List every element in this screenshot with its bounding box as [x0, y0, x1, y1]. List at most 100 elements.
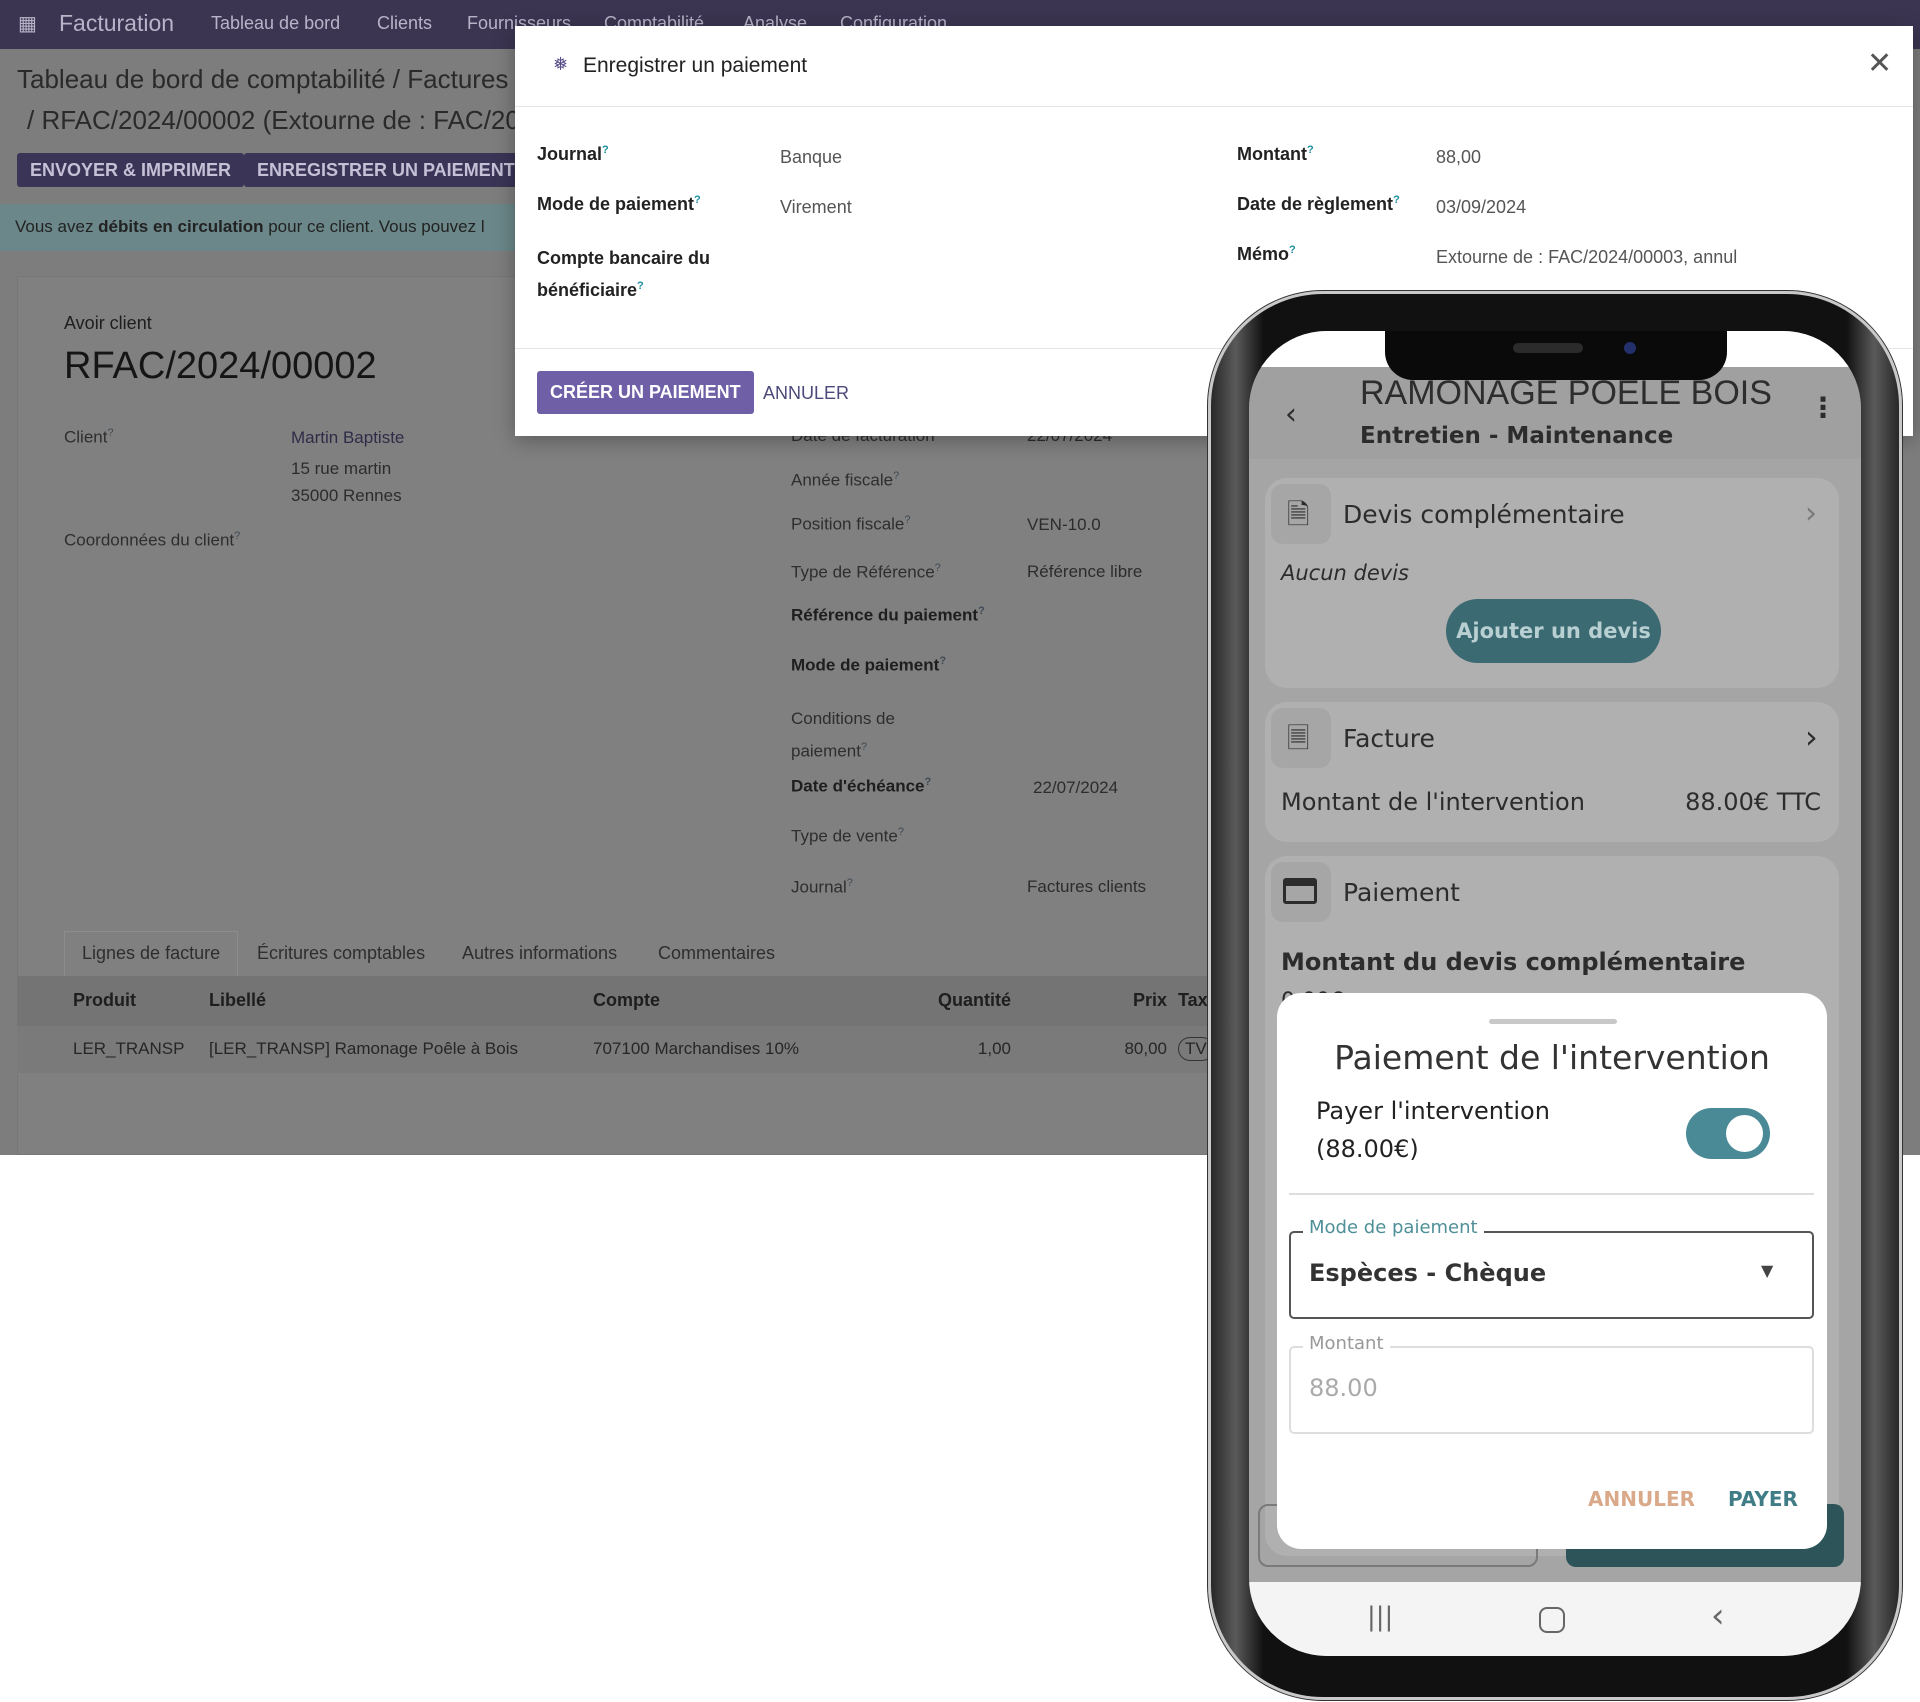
alert-banner: Vous avez débits en circulation pour ce …: [0, 204, 520, 251]
invoice-card: 🗏 Facture › Montant de l'intervention 88…: [1265, 702, 1839, 842]
payment-mode-select[interactable]: Espèces - Chèque ▼: [1289, 1231, 1814, 1319]
payment-method-value[interactable]: Virement: [780, 197, 852, 218]
no-quote-text: Aucun devis: [1281, 561, 1409, 585]
pay-toggle[interactable]: [1686, 1108, 1770, 1159]
back-chevron-icon[interactable]: ‹: [1285, 397, 1297, 432]
close-icon[interactable]: ✕: [1867, 46, 1892, 81]
amount-input[interactable]: 88.00: [1289, 1346, 1814, 1434]
quote-card: 🗎 Devis complémentaire › Aucun devis Ajo…: [1265, 478, 1839, 688]
tab-comments[interactable]: Commentaires: [658, 943, 775, 964]
more-options-icon[interactable]: ⋮: [1809, 391, 1837, 424]
client-city: 35000 Rennes: [291, 486, 402, 505]
menu-dashboard[interactable]: Tableau de bord: [211, 13, 340, 34]
header-divider: [515, 106, 1913, 107]
cancel-button[interactable]: ANNULER: [763, 383, 849, 404]
android-nav-bar: ||| ‹: [1249, 1582, 1861, 1656]
create-payment-button[interactable]: CRÉER UN PAIEMENT: [537, 371, 754, 414]
invoice-dollar-icon: 🗎: [1271, 484, 1331, 544]
field-fiscal-position: Position fiscale?: [791, 514, 911, 534]
col-account[interactable]: Compte: [593, 990, 660, 1011]
pay-intervention-label: Payer l'intervention: [1316, 1097, 1550, 1125]
pay-intervention-amount: (88.00€): [1316, 1135, 1419, 1163]
sheet-cancel-button[interactable]: ANNULER: [1588, 1487, 1695, 1511]
intervention-amount-label: Montant de l'intervention: [1281, 788, 1585, 816]
dialog-title: Enregistrer un paiement: [583, 54, 808, 77]
sheet-title: Paiement de l'intervention: [1334, 1038, 1770, 1077]
journal-value[interactable]: Factures clients: [1027, 877, 1146, 897]
receipt-icon: 🗏: [1271, 708, 1331, 768]
app-name[interactable]: Facturation: [59, 10, 174, 37]
memo-value[interactable]: Extourne de : FAC/2024/00003, annul: [1436, 247, 1737, 268]
field-payment-mode: Mode de paiement?: [791, 655, 947, 675]
payment-card-title: Paiement: [1343, 878, 1460, 907]
row-quantity: 1,00: [977, 1039, 1011, 1058]
menu-clients[interactable]: Clients: [377, 13, 432, 34]
amount-value[interactable]: 88,00: [1436, 147, 1481, 168]
row-price: 80,00: [1124, 1039, 1167, 1058]
amount-label: Montant: [1303, 1333, 1390, 1354]
col-quantity[interactable]: Quantité: [911, 990, 1011, 1011]
invoice-type: Avoir client: [64, 313, 152, 333]
send-print-button[interactable]: ENVOYER & IMPRIMER: [17, 153, 245, 187]
client-name-link[interactable]: Martin Baptiste: [291, 428, 404, 448]
invoice-card-title: Facture: [1343, 724, 1435, 753]
amount-placeholder: 88.00: [1309, 1374, 1378, 1402]
recent-apps-icon[interactable]: |||: [1367, 1602, 1393, 1632]
payment-mode-label: Mode de paiement: [1303, 1217, 1484, 1238]
recipient-bank-label: Compte bancaire du bénéficiaire?: [537, 248, 711, 300]
dropdown-arrow-icon[interactable]: ▼: [1761, 1261, 1773, 1280]
breadcrumb-line2: / RFAC/2024/00002 (Extourne de : FAC/202…: [27, 105, 549, 135]
tab-other-info[interactable]: Autres informations: [462, 943, 617, 964]
field-payment-terms: Conditions de paiement?: [791, 709, 895, 761]
row-account: 707100 Marchandises 10%: [593, 1039, 800, 1058]
quote-amount-label: Montant du devis complémentaire: [1281, 948, 1746, 976]
bug-icon: ❅: [553, 54, 569, 74]
sheet-divider: [1289, 1193, 1814, 1195]
client-street: 15 rue martin: [291, 459, 392, 478]
tab-invoice-lines[interactable]: Lignes de facture: [82, 943, 220, 964]
apps-grid-icon[interactable]: ▦: [18, 11, 37, 36]
field-payment-reference: Référence du paiement?: [791, 605, 985, 625]
payment-bottom-sheet: Paiement de l'intervention Payer l'inter…: [1277, 993, 1827, 1549]
chevron-right-icon[interactable]: ›: [1805, 496, 1817, 531]
col-price[interactable]: Prix: [1067, 990, 1167, 1011]
register-payment-button[interactable]: ENREGISTRER UN PAIEMENT: [244, 153, 528, 187]
quote-card-title: Devis complémentaire: [1343, 500, 1625, 529]
col-product[interactable]: Produit: [73, 990, 136, 1011]
row-product[interactable]: LER_TRANSP: [73, 1039, 184, 1059]
journal-value[interactable]: Banque: [780, 147, 842, 168]
invoice-number: RFAC/2024/00002: [64, 345, 377, 387]
row-label: [LER_TRANSP] Ramonage Poêle à Bois: [209, 1039, 518, 1058]
field-due-date: Date d'échéance?: [791, 776, 932, 796]
back-icon[interactable]: ‹: [1711, 1596, 1725, 1636]
col-tax[interactable]: Tax: [1178, 990, 1208, 1011]
payment-date-label: Date de règlement?: [1237, 194, 1400, 214]
breadcrumb-line1[interactable]: Tableau de bord de comptabilité / Factur…: [17, 64, 529, 95]
home-icon[interactable]: [1539, 1607, 1565, 1633]
chevron-right-icon[interactable]: ›: [1805, 718, 1818, 756]
col-label[interactable]: Libellé: [209, 990, 266, 1011]
phone-subtitle: Entretien - Maintenance: [1360, 423, 1674, 449]
client-contact-label: Coordonnées du client?: [64, 530, 241, 550]
sheet-pay-button[interactable]: PAYER: [1728, 1487, 1798, 1511]
client-label: Client?: [64, 427, 114, 447]
payment-method-label: Mode de paiement?: [537, 194, 701, 214]
fiscal-position-value[interactable]: VEN-10.0: [1027, 515, 1101, 535]
add-quote-button[interactable]: Ajouter un devis: [1446, 599, 1661, 663]
payment-date-value[interactable]: 03/09/2024: [1436, 197, 1526, 218]
tab-journal-items[interactable]: Écritures comptables: [257, 943, 425, 964]
phone-notch: [1385, 331, 1727, 380]
credit-card-icon: [1271, 862, 1331, 922]
drag-handle[interactable]: [1489, 1019, 1617, 1024]
memo-label: Mémo?: [1237, 244, 1296, 264]
recipient-bank-input[interactable]: [780, 244, 1180, 272]
journal-label: Journal?: [537, 144, 609, 164]
field-sale-type: Type de vente?: [791, 826, 904, 846]
field-journal: Journal?: [791, 877, 853, 897]
field-reference-type: Type de Référence?: [791, 562, 941, 582]
reference-type-value[interactable]: Référence libre: [1027, 562, 1142, 582]
payment-mode-value: Espèces - Chèque: [1309, 1259, 1547, 1287]
due-date-value[interactable]: 22/07/2024: [1033, 778, 1118, 798]
outstanding-debits-link[interactable]: débits en circulation: [98, 217, 263, 236]
intervention-amount-value: 88.00€ TTC: [1685, 788, 1821, 816]
